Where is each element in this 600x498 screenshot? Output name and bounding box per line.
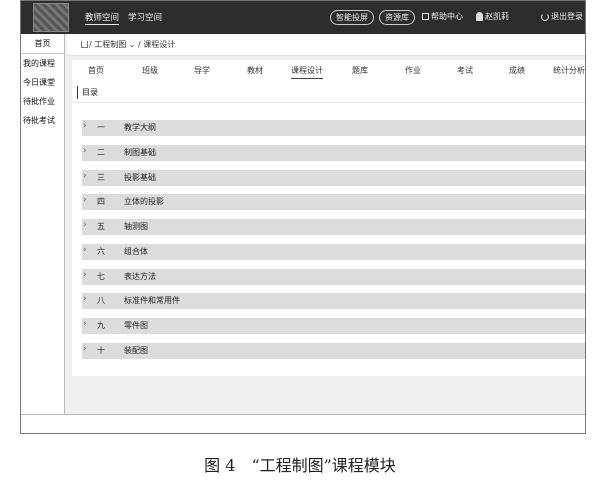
sidebar-item-pending-homework[interactable]: 待批作业 — [21, 92, 64, 111]
logout-link[interactable]: 退出登录 — [541, 11, 583, 22]
course-content: 目录 › 一 教学大纲 › 二 制图基础 › 三 投影基础 › 四 立体的投影 … — [72, 80, 585, 376]
chapter-number: 二 — [97, 148, 105, 157]
chapter-number: 一 — [97, 123, 105, 132]
chapter-number: 四 — [97, 197, 105, 206]
chevron-right-icon[interactable]: › — [83, 242, 87, 258]
tab-class[interactable]: 班级 — [142, 65, 158, 76]
chapter-row[interactable]: › 五 轴测图 — [82, 219, 585, 235]
tab-question-bank[interactable]: 题库 — [352, 65, 368, 76]
chapter-title: 零件图 — [124, 321, 148, 330]
tab-grades[interactable]: 成绩 — [509, 65, 525, 76]
tab-textbook[interactable]: 教材 — [247, 65, 263, 76]
sidebar-item-home[interactable]: 首页 — [21, 34, 64, 54]
chevron-right-icon[interactable]: › — [83, 118, 87, 134]
course-tabs: 首页 班级 导学 教材 课程设计 题库 作业 考试 成绩 统计分析 — [72, 60, 585, 80]
chapter-row[interactable]: › 四 立体的投影 — [82, 194, 585, 210]
help-center-label: 帮助中心 — [431, 12, 463, 21]
user-icon — [476, 12, 483, 21]
sidebar: 首页 我的课程 今日课堂 待批作业 待批考试 — [21, 34, 65, 414]
tab-homework[interactable]: 作业 — [405, 65, 421, 76]
chapter-row[interactable]: › 十 装配图 — [82, 343, 585, 359]
help-center-link[interactable]: 帮助中心 — [422, 11, 463, 22]
chapter-title: 装配图 — [124, 346, 148, 355]
chapter-row[interactable]: › 七 表达方法 — [82, 269, 585, 285]
user-menu[interactable]: 赵凯莉 — [476, 11, 509, 22]
chevron-right-icon[interactable]: › — [83, 192, 87, 208]
chevron-right-icon[interactable]: › — [83, 291, 87, 307]
app-window: 教师空间 学习空间 智能投屏 资源库 帮助中心 赵凯莉 退出登录 首页 我的课程… — [20, 0, 586, 434]
divider — [72, 102, 585, 103]
chapter-number: 五 — [97, 222, 105, 231]
chapter-row[interactable]: › 一 教学大纲 — [82, 120, 585, 136]
chevron-right-icon[interactable]: › — [83, 267, 87, 283]
logo — [33, 3, 69, 32]
chapter-title: 教学大纲 — [124, 123, 156, 132]
top-bar: 教师空间 学习空间 智能投屏 资源库 帮助中心 赵凯莉 退出登录 — [21, 1, 585, 34]
chapter-title: 表达方法 — [124, 272, 156, 281]
breadcrumb: / 工程制图 ⌄ / 课程设计 — [67, 34, 585, 56]
help-icon — [422, 13, 429, 20]
chevron-right-icon[interactable]: › — [83, 168, 87, 184]
chapter-title: 标准件和常用件 — [124, 296, 180, 305]
sidebar-item-my-courses[interactable]: 我的课程 — [21, 54, 64, 73]
toc-heading: 目录 — [77, 86, 98, 99]
tab-exam[interactable]: 考试 — [457, 65, 473, 76]
chapter-number: 八 — [97, 296, 105, 305]
chapter-row[interactable]: › 九 零件图 — [82, 318, 585, 334]
figure-caption: 图 4 “工程制图”课程模块 — [204, 456, 396, 475]
nav-study-space[interactable]: 学习空间 — [128, 11, 162, 23]
nav-teacher-space[interactable]: 教师空间 — [85, 11, 120, 25]
chapter-title: 轴测图 — [124, 222, 148, 231]
chevron-right-icon[interactable]: › — [83, 143, 87, 159]
tab-guide[interactable]: 导学 — [194, 65, 210, 76]
sidebar-item-pending-exams[interactable]: 待批考试 — [21, 111, 64, 130]
chevron-right-icon[interactable]: › — [83, 341, 87, 357]
sidebar-item-today-class[interactable]: 今日课堂 — [21, 73, 64, 92]
resource-library-button[interactable]: 资源库 — [379, 10, 415, 25]
footer-strip — [21, 414, 585, 433]
breadcrumb-path[interactable]: / 工程制图 ⌄ / 课程设计 — [89, 40, 175, 49]
chapter-title: 投影基础 — [124, 173, 156, 182]
chapter-title: 制图基础 — [124, 148, 156, 157]
chapter-number: 九 — [97, 321, 105, 330]
chapter-number: 七 — [97, 272, 105, 281]
chevron-right-icon[interactable]: › — [83, 217, 87, 233]
chevron-right-icon[interactable]: › — [83, 316, 87, 332]
chapter-row[interactable]: › 二 制图基础 — [82, 145, 585, 161]
tab-statistics[interactable]: 统计分析 — [553, 65, 585, 76]
home-icon[interactable] — [81, 41, 88, 48]
chapter-title: 组合体 — [124, 247, 148, 256]
smart-cast-button[interactable]: 智能投屏 — [330, 10, 374, 25]
power-icon — [541, 12, 549, 21]
logout-label: 退出登录 — [551, 12, 583, 21]
chapter-title: 立体的投影 — [124, 197, 164, 206]
chapter-row[interactable]: › 八 标准件和常用件 — [82, 293, 585, 309]
tab-home[interactable]: 首页 — [88, 65, 104, 76]
chapter-row[interactable]: › 三 投影基础 — [82, 170, 585, 186]
chapter-number: 三 — [97, 173, 105, 182]
chapter-number: 六 — [97, 247, 105, 256]
chapter-row[interactable]: › 六 组合体 — [82, 244, 585, 260]
chapter-number: 十 — [97, 346, 105, 355]
tab-course-design[interactable]: 课程设计 — [291, 65, 323, 79]
user-name: 赵凯莉 — [485, 12, 509, 21]
